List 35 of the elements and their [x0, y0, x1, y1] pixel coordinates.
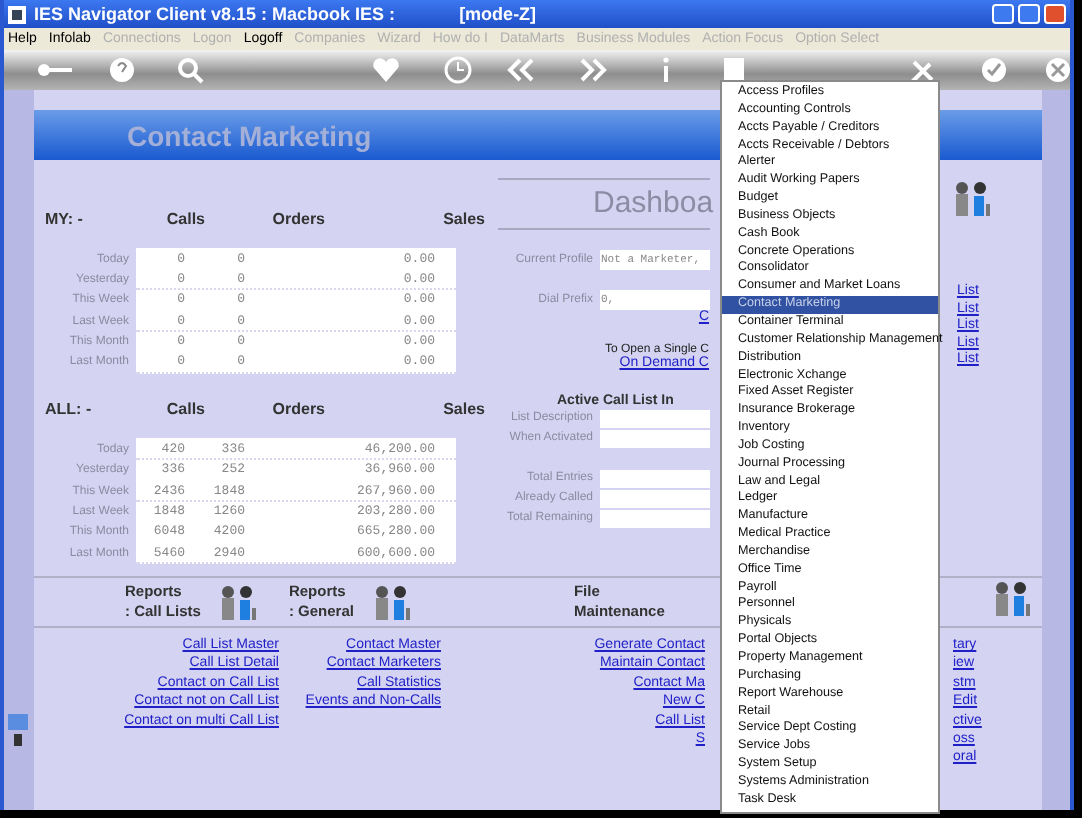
- column-header: Sales: [441, 400, 485, 423]
- check-icon[interactable]: [982, 58, 1006, 82]
- page-title: Contact Marketing: [127, 119, 372, 151]
- info-icon[interactable]: [663, 57, 669, 82]
- window-title: IES Navigator Client v8.15 : Macbook IES :: [34, 4, 396, 24]
- input-field[interactable]: [599, 409, 709, 427]
- section-label: MY: -: [45, 210, 85, 232]
- dashboard-title: Dashboa: [591, 184, 709, 224]
- column-header: Orders: [270, 400, 325, 423]
- heart-icon[interactable]: [373, 58, 399, 82]
- search-icon[interactable]: [178, 58, 204, 84]
- close-icon[interactable]: [1046, 58, 1070, 82]
- forward-icon[interactable]: [580, 58, 607, 82]
- clock-icon[interactable]: [444, 56, 472, 84]
- column-header: Orders: [270, 210, 325, 232]
- mode-label: [mode-Z]: [459, 4, 537, 24]
- close-button[interactable]: [1044, 4, 1066, 24]
- section-label: ALL: -: [45, 400, 94, 423]
- input-field[interactable]: [599, 509, 709, 527]
- input-field[interactable]: [599, 429, 709, 447]
- people-icon[interactable]: [990, 579, 1035, 615]
- help-icon[interactable]: [110, 58, 134, 82]
- input-field[interactable]: [599, 469, 709, 487]
- taskbar-icon[interactable]: [8, 714, 29, 750]
- rewind-icon[interactable]: [507, 58, 534, 82]
- note-icon[interactable]: [724, 58, 744, 82]
- app-icon: [8, 5, 26, 23]
- column-header: Calls: [164, 210, 205, 232]
- people-icon[interactable]: [216, 584, 261, 620]
- input-field[interactable]: [599, 489, 709, 507]
- column-header: Calls: [164, 400, 205, 423]
- column-header: Sales: [441, 210, 485, 232]
- maximize-button[interactable]: [1018, 4, 1040, 24]
- minimize-button[interactable]: [992, 4, 1014, 24]
- key-icon[interactable]: [38, 64, 72, 76]
